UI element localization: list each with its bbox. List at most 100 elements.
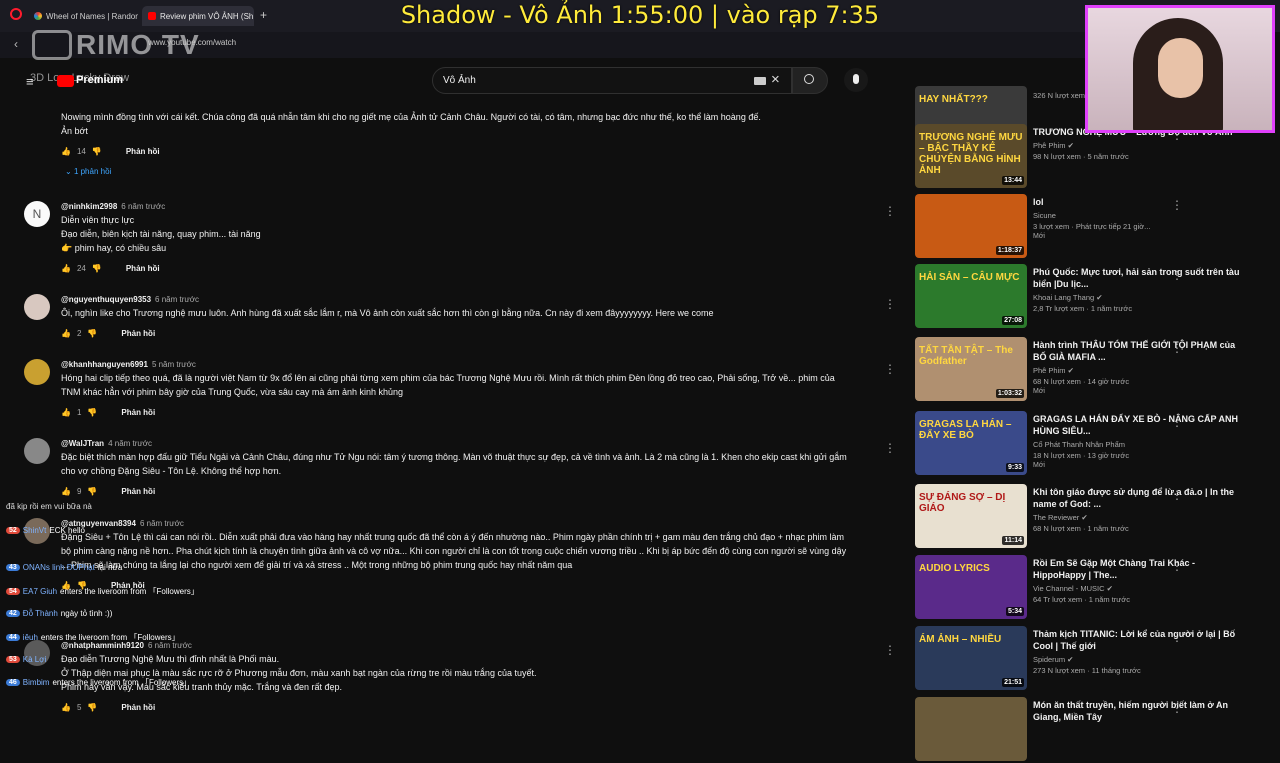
video-channel[interactable]: Khoai Lang Thang ✔ (1033, 293, 1243, 302)
more-options-icon[interactable]: ⋮ (1171, 630, 1183, 644)
video-item[interactable]: TẤT TẦN TẬT – The Godfather 1:03:32 Hành t… (915, 337, 1265, 403)
video-item[interactable]: TRƯƠNG NGHỆ MƯU – BẬC THẦY KỂ CHUYỆN BẰN… (915, 124, 1265, 190)
dislike-icon[interactable]: 👎 (87, 329, 97, 338)
search-input[interactable]: Vô Ảnh × (432, 67, 792, 94)
video-thumbnail[interactable]: TẤT TẦN TẬT – The Godfather 1:03:32 (915, 337, 1027, 401)
like-icon[interactable]: 👍 (61, 487, 71, 496)
reply-button[interactable]: Phản hồi (121, 487, 155, 496)
more-options-icon[interactable]: ⋮ (1171, 701, 1183, 715)
thumbnail-text: GRAGAS LA HÁN – ĐẨY XE BÒ (919, 419, 1012, 441)
video-channel[interactable]: Phê Phim ✔ (1033, 366, 1243, 375)
more-options-icon[interactable]: ⋮ (1171, 559, 1183, 573)
dislike-icon[interactable]: 👎 (87, 703, 97, 712)
video-title[interactable]: lol (1033, 196, 1243, 208)
reply-button[interactable]: Phản hồi (121, 408, 155, 417)
avatar[interactable] (24, 294, 50, 320)
dislike-icon[interactable]: 👎 (92, 147, 102, 156)
video-title[interactable]: Rồi Em Sẽ Gặp Một Chàng Trai Khác - Hipp… (1033, 557, 1243, 581)
comment-time: 4 năm trước (108, 439, 153, 448)
video-thumbnail[interactable]: 1:18:37 (915, 194, 1027, 258)
video-item[interactable]: 1:18:37 lol Sicune 3 lượt xem · Phát trực t… (915, 194, 1265, 260)
video-item[interactable]: ÁM ẢNH – NHIỀU 21:51 Thảm kịch TITANIC: Lờ… (915, 626, 1265, 692)
video-title[interactable]: Thảm kịch TITANIC: Lời kể của người ở lạ… (1033, 628, 1243, 652)
video-channel[interactable]: Phê Phim ✔ (1033, 141, 1243, 150)
search-button[interactable] (792, 67, 828, 94)
video-title[interactable]: Phú Quốc: Mực tươi, hải sản trong suốt t… (1033, 266, 1243, 290)
reply-button[interactable]: Phản hồi (121, 703, 155, 712)
more-options-icon[interactable]: ⋮ (1171, 488, 1183, 502)
new-tab-button[interactable]: + (260, 8, 267, 22)
video-channel[interactable]: Spiderum ✔ (1033, 655, 1243, 664)
reply-button[interactable]: Phản hồi (126, 264, 160, 273)
comment-text: Đặng Siêu + Tôn Lệ thì cái can nói rồi..… (61, 532, 847, 570)
video-thumbnail[interactable]: SỰ ĐÁNG SỢ – DỊ GIÁO 11:14 (915, 484, 1027, 548)
more-options-icon[interactable]: ⋮ (884, 363, 896, 375)
reply-button[interactable]: Phản hồi (126, 147, 160, 156)
video-channel[interactable]: Cổ Phát Thanh Nhân Phẩm (1033, 440, 1243, 449)
clear-icon[interactable]: × (771, 71, 780, 88)
dislike-icon[interactable]: 👎 (87, 408, 97, 417)
video-thumbnail[interactable] (915, 697, 1027, 761)
like-icon[interactable]: 👍 (61, 264, 71, 273)
dislike-icon[interactable]: 👎 (87, 487, 97, 496)
comment-author[interactable]: @WalJTran (61, 439, 104, 448)
opera-icon[interactable] (10, 8, 22, 20)
more-options-icon[interactable]: ⋮ (1171, 268, 1183, 282)
video-duration: 9:33 (1005, 463, 1024, 472)
chat-text: lại nửa (97, 563, 123, 572)
video-title[interactable]: GRAGAS LA HÁN ĐẨY XE BÒ - NÂNG CẤP ANH H… (1033, 413, 1243, 437)
like-icon[interactable]: 👍 (61, 147, 71, 156)
replies-toggle[interactable]: ⌄ 1 phản hồi (65, 167, 881, 176)
video-thumbnail[interactable]: AUDIO LYRICS 5:34 (915, 555, 1027, 619)
tab-review-phim[interactable]: Review phim VÔ ẢNH (Sh (142, 6, 254, 26)
avatar[interactable] (24, 438, 50, 464)
more-options-icon[interactable]: ⋮ (884, 442, 896, 454)
video-item[interactable]: SỰ ĐÁNG SỢ – DỊ GIÁO 11:14 Khi tôn giáo đư… (915, 484, 1265, 550)
video-item[interactable]: HẢI SẢN – CÂU MỰC 27:08 Phú Quốc: Mực tươi… (915, 264, 1265, 330)
stream-title-overlay: Shadow - Vô Ảnh 1:55:00 | vào rạp 7:35 (400, 1, 880, 29)
more-options-icon[interactable]: ⋮ (884, 644, 896, 656)
video-channel[interactable]: Sicune (1033, 211, 1243, 220)
back-icon[interactable]: ‹ (14, 37, 18, 51)
reply-button[interactable]: Phản hồi (121, 329, 155, 338)
video-title[interactable]: Hành trình THÂU TÓM THẾ GIỚI TỘI PHẠM củ… (1033, 339, 1243, 363)
video-item[interactable]: AUDIO LYRICS 5:34 Rồi Em Sẽ Gặp Một Chàng … (915, 555, 1265, 621)
video-thumbnail[interactable]: GRAGAS LA HÁN – ĐẨY XE BÒ 9:33 (915, 411, 1027, 475)
thumbnail-text: AUDIO LYRICS (919, 563, 990, 574)
like-icon[interactable]: 👍 (61, 408, 71, 417)
dislike-icon[interactable]: 👎 (92, 264, 102, 273)
video-title[interactable]: Món ăn thất truyền, hiếm người biết làm … (1033, 699, 1243, 723)
video-channel[interactable]: The Reviewer ✔ (1033, 513, 1243, 522)
video-item[interactable]: GRAGAS LA HÁN – ĐẨY XE BÒ 9:33 GRAGAS LA H… (915, 411, 1265, 477)
streamer-face (1158, 38, 1203, 98)
keyboard-icon[interactable] (754, 77, 766, 85)
chat-user: Kà Lợi (22, 655, 47, 664)
video-title[interactable]: Khi tôn giáo được sử dụng để lừ.a đả.o |… (1033, 486, 1243, 510)
more-options-icon[interactable]: ⋮ (884, 298, 896, 310)
url-text[interactable]: www.youtube.com/watch (148, 38, 236, 47)
avatar[interactable]: N (24, 201, 50, 227)
video-thumbnail[interactable]: ÁM ẢNH – NHIỀU 21:51 (915, 626, 1027, 690)
video-item[interactable]: Món ăn thất truyền, hiếm người biết làm … (915, 697, 1265, 763)
video-info: Rồi Em Sẽ Gặp Một Chàng Trai Khác - Hipp… (1033, 557, 1243, 604)
video-duration: 21:51 (1002, 678, 1024, 687)
comment-author[interactable]: @ninhkim2998 (61, 202, 117, 211)
like-icon[interactable]: 👍 (61, 703, 71, 712)
comment-author[interactable]: @nguyenthuquyen9353 (61, 295, 151, 304)
tab-wheel-of-names[interactable]: Wheel of Names | Random (28, 6, 138, 26)
more-options-icon[interactable]: ⋮ (884, 205, 896, 217)
avatar[interactable] (24, 359, 50, 385)
video-thumbnail[interactable]: HẢI SẢN – CÂU MỰC 27:08 (915, 264, 1027, 328)
comment-text: Diễn viên thực lực Đạo diễn, biên kịch t… (61, 215, 261, 253)
video-channel[interactable]: Vie Channel - MUSIC ✔ (1033, 584, 1243, 593)
mic-button[interactable] (844, 68, 868, 92)
premium-label[interactable]: Premium (76, 74, 123, 86)
video-thumbnail[interactable]: TRƯƠNG NGHỆ MƯU – BẬC THẦY KỂ CHUYỆN BẰN… (915, 124, 1027, 188)
chat-user: EA7 Giuh (22, 587, 58, 596)
youtube-logo-icon[interactable] (57, 75, 74, 87)
more-options-icon[interactable]: ⋮ (1171, 198, 1183, 212)
comment-author[interactable]: @khanhhanguyen6991 (61, 360, 148, 369)
like-icon[interactable]: 👍 (61, 329, 71, 338)
more-options-icon[interactable]: ⋮ (1171, 341, 1183, 355)
more-options-icon[interactable]: ⋮ (1171, 415, 1183, 429)
